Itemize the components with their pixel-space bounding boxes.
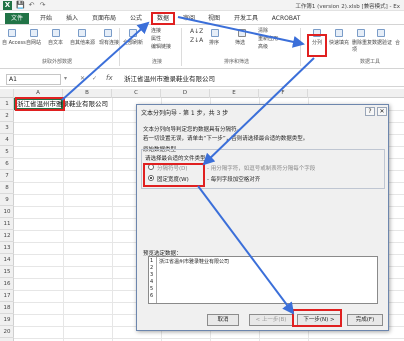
arrow-to-text-to-columns — [177, 16, 305, 48]
arrow-to-data-tab — [61, 21, 150, 101]
arrow-to-fixed-width — [202, 57, 315, 166]
annotation-arrows — [61, 16, 315, 315]
arrow-to-next-button — [197, 185, 295, 315]
